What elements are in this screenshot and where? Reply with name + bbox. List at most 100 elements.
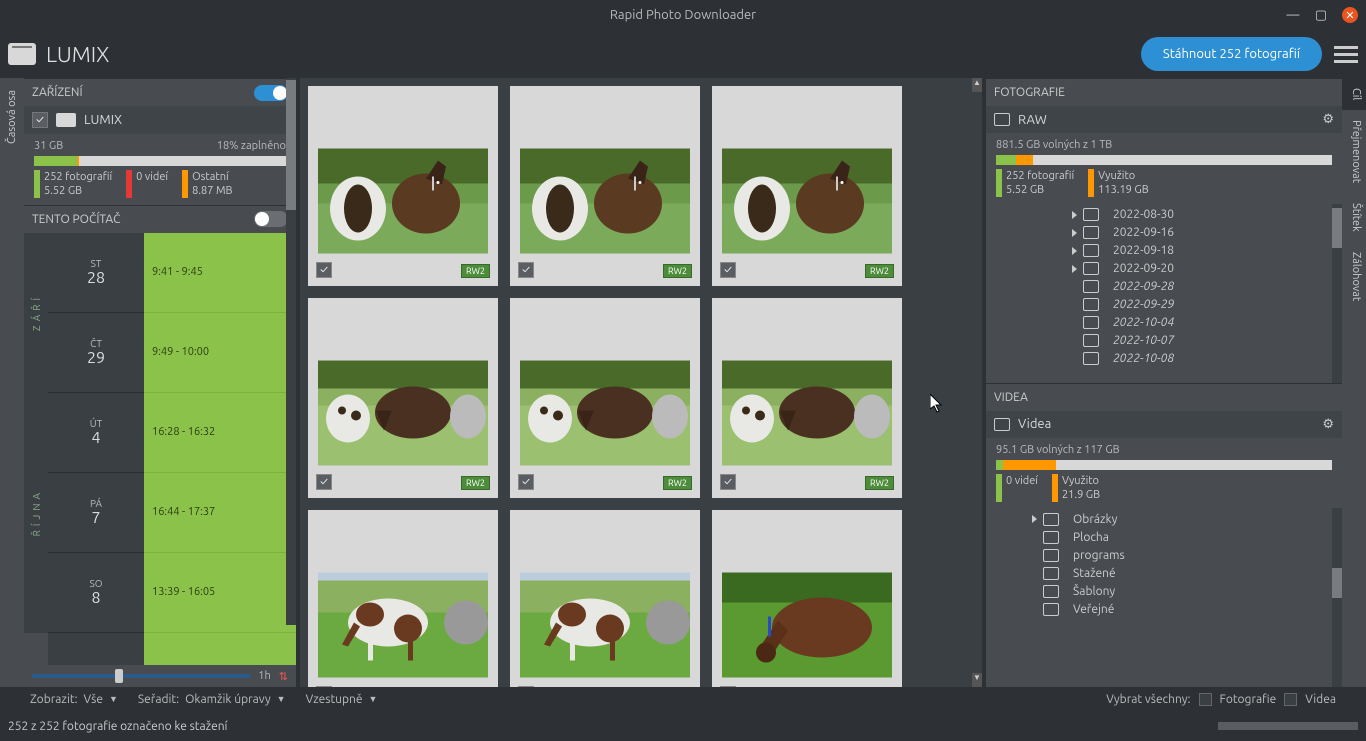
thumb-checkbox[interactable]: ✓: [316, 474, 332, 490]
this-computer-toggle[interactable]: [254, 211, 288, 227]
videos-dest-label: Videa: [1018, 417, 1051, 431]
photos-folder-tree[interactable]: 2022-08-302022-09-162022-09-182022-09-20…: [986, 204, 1342, 383]
videos-folder-tree[interactable]: ObrázkyPlochaprogramsStaženéŠablonyVeřej…: [986, 508, 1342, 687]
tree-scrollbar[interactable]: [1332, 204, 1342, 383]
status-bar: 252 z 252 fotografie označeno ke stažení: [0, 711, 1366, 741]
tree-row[interactable]: 2022-09-18: [986, 242, 1342, 260]
rail-tab-rename[interactable]: Přejmenovat: [1342, 110, 1366, 193]
thumbnail[interactable]: ✓ RW2: [712, 510, 902, 687]
folder-icon: [1043, 549, 1059, 562]
gear-icon[interactable]: ⚙: [1322, 417, 1334, 432]
device-checkbox[interactable]: ✓: [32, 112, 48, 128]
left-panel: ZAŘÍZENÍ ✓ LUMIX 31 GB 18% zaplněno 252 …: [24, 78, 300, 687]
close-button[interactable]: ✕: [1342, 7, 1358, 23]
tree-row[interactable]: 2022-08-30: [986, 206, 1342, 224]
tree-row[interactable]: Obrázky: [986, 510, 1342, 528]
sort-filter[interactable]: Seřadit: Okamžik úpravy ▼: [138, 693, 286, 706]
tree-row[interactable]: 2022-09-28: [986, 278, 1342, 296]
expand-icon: [1072, 229, 1077, 237]
tree-row[interactable]: 2022-09-20: [986, 260, 1342, 278]
timeline-range[interactable]: 9:41 - 9:45: [144, 233, 296, 313]
thumbnail[interactable]: ✓ RW2: [510, 298, 700, 498]
sort-arrows-icon[interactable]: ⇅: [279, 670, 288, 683]
tree-row[interactable]: 2022-10-07: [986, 332, 1342, 350]
timeline-day[interactable]: ST28: [48, 233, 144, 313]
videos-free-space: 95.1 GB volných z 117 GB: [996, 444, 1332, 456]
timeline-day[interactable]: SO8: [48, 553, 144, 633]
device-storage: 31 GB 18% zaplněno 252 fotografií5.52 GB…: [24, 134, 296, 205]
chevron-down-icon: ▼: [277, 694, 286, 704]
zoom-slider[interactable]: [32, 674, 250, 678]
left-rail[interactable]: Časová osa: [0, 78, 24, 687]
device-name: LUMIX: [46, 42, 109, 67]
thumbnail[interactable]: ✓ RW2: [712, 86, 902, 286]
thumbnail-grid: ✓ RW2 ✓ RW2 ✓ RW2 ✓ RW2 ✓ RW2 ✓ RW2 ✓ RW…: [300, 78, 982, 687]
expand-icon: [1072, 247, 1077, 255]
devices-toggle[interactable]: [254, 85, 288, 101]
device-row[interactable]: ✓ LUMIX: [24, 106, 296, 134]
tree-row[interactable]: Šablony: [986, 582, 1342, 600]
topbar: LUMIX Stáhnout 252 fotografií: [0, 30, 1366, 78]
left-scrollbar[interactable]: [286, 78, 296, 625]
timeline-day[interactable]: ČT29: [48, 313, 144, 393]
thumb-checkbox[interactable]: ✓: [316, 686, 332, 687]
thumb-checkbox[interactable]: ✓: [720, 262, 736, 278]
tree-row[interactable]: 2022-09-16: [986, 224, 1342, 242]
menu-button[interactable]: [1334, 46, 1358, 63]
tree-row[interactable]: programs: [986, 546, 1342, 564]
filetype-badge: RW2: [461, 264, 490, 278]
maximize-button[interactable]: ▢: [1314, 8, 1328, 22]
folder-icon: [1083, 208, 1099, 221]
storage-bar: [34, 156, 286, 166]
folder-icon: [1043, 585, 1059, 598]
thumb-checkbox[interactable]: ✓: [518, 262, 534, 278]
download-button[interactable]: Stáhnout 252 fotografií: [1141, 37, 1322, 71]
thumbnail[interactable]: ✓ RW2: [308, 298, 498, 498]
thumbnail[interactable]: ✓ RW2: [510, 86, 700, 286]
timeline-range[interactable]: 9:49 - 10:00: [144, 313, 296, 393]
center-scrollbar[interactable]: ▲ ▼: [972, 78, 982, 687]
photos-dest-row[interactable]: RAW ⚙: [986, 106, 1342, 133]
show-filter[interactable]: Zobrazit: Vše ▼: [30, 693, 118, 706]
tree-row[interactable]: Plocha: [986, 528, 1342, 546]
sort-direction[interactable]: Vzestupně ▼: [306, 693, 378, 706]
rail-tab-target[interactable]: Cíl: [1342, 78, 1366, 110]
folder-icon: [1043, 567, 1059, 580]
thumb-checkbox[interactable]: ✓: [316, 262, 332, 278]
timeline-month: ZÁŘÍ: [31, 294, 42, 331]
timeline-range[interactable]: 16:44 - 17:37: [144, 473, 296, 553]
photos-free-space: 881.5 GB volných z 1 TB: [996, 139, 1332, 151]
select-all-videos-checkbox[interactable]: [1284, 693, 1297, 706]
select-all-photos-checkbox[interactable]: [1199, 693, 1212, 706]
tree-row[interactable]: 2022-09-29: [986, 296, 1342, 314]
timeline-range[interactable]: 13:39 - 16:05: [144, 553, 296, 633]
photos-header: FOTOGRAFIE: [986, 78, 1342, 106]
timeline-day[interactable]: ÚT4: [48, 393, 144, 473]
right-panel: FOTOGRAFIE RAW ⚙ 881.5 GB volných z 1 TB…: [982, 78, 1342, 687]
timeline-day[interactable]: PÁ7: [48, 473, 144, 553]
devices-header: ZAŘÍZENÍ: [24, 78, 296, 106]
timeline-range[interactable]: 16:28 - 16:32: [144, 393, 296, 473]
rail-tab-tag[interactable]: Štítek: [1342, 193, 1366, 242]
tree-row[interactable]: 2022-10-08: [986, 350, 1342, 368]
thumbnail[interactable]: ✓ RW2: [308, 86, 498, 286]
thumb-checkbox[interactable]: ✓: [720, 474, 736, 490]
folder-icon: [1043, 531, 1059, 544]
tree-scrollbar[interactable]: [1332, 508, 1342, 687]
app-title: Rapid Photo Downloader: [610, 8, 756, 22]
right-rail: Cíl Přejmenovat Štítek Zálohovat: [1342, 78, 1366, 687]
gear-icon[interactable]: ⚙: [1322, 112, 1334, 127]
minimize-button[interactable]: —: [1286, 8, 1300, 22]
tree-row[interactable]: 2022-10-04: [986, 314, 1342, 332]
tree-row[interactable]: Stažené: [986, 564, 1342, 582]
timeline: ZÁŘÍ ŘÍJNA ST28ČT29ÚT4PÁ7SO8 9:41 - 9:45…: [24, 233, 296, 665]
thumb-checkbox[interactable]: ✓: [518, 474, 534, 490]
videos-dest-row[interactable]: Videa ⚙: [986, 411, 1342, 438]
thumb-checkbox[interactable]: ✓: [720, 686, 736, 687]
thumbnail[interactable]: ✓ RW2: [308, 510, 498, 687]
thumbnail[interactable]: ✓ RW2: [712, 298, 902, 498]
rail-tab-backup[interactable]: Zálohovat: [1342, 242, 1366, 311]
thumbnail[interactable]: ✓ RW2: [510, 510, 700, 687]
thumb-checkbox[interactable]: ✓: [518, 686, 534, 687]
tree-row[interactable]: Veřejné: [986, 600, 1342, 618]
